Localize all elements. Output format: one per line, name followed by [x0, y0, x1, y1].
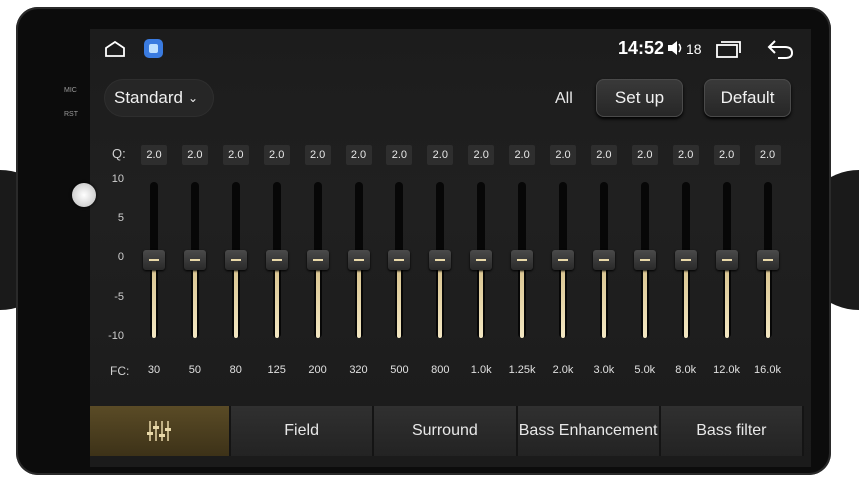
- q-value-box[interactable]: 2.0: [550, 145, 576, 165]
- eq-slider-fill: [520, 260, 525, 338]
- q-value-box[interactable]: 2.0: [345, 145, 372, 165]
- q-value-box[interactable]: 2.0: [263, 145, 290, 165]
- eq-slider-thumb[interactable]: [756, 250, 779, 270]
- eq-slider-fill: [438, 260, 443, 338]
- clock: 14:52: [618, 38, 665, 58]
- eq-slider-fill: [356, 260, 361, 338]
- eq-slider-thumb[interactable]: [265, 250, 288, 270]
- eq-slider-fill: [274, 260, 279, 338]
- q-value-box[interactable]: 2.0: [222, 145, 249, 165]
- band-frequency-label: 16.0k: [754, 364, 781, 376]
- eq-slider-thumb[interactable]: [715, 250, 738, 270]
- eq-slider-fill: [561, 260, 565, 338]
- eq-slider-fill: [642, 260, 647, 338]
- eq-slider-thumb[interactable]: [347, 250, 370, 270]
- band-frequency-label: 2.0k: [552, 364, 574, 376]
- status-bar: 14:52 18: [90, 29, 811, 69]
- tab-surround[interactable]: Surround: [374, 406, 518, 456]
- recent-apps-icon[interactable]: [715, 39, 743, 59]
- fc-label: FC:: [110, 364, 130, 378]
- band-frequency-label: 3.0k: [593, 364, 615, 376]
- eq-slider-thumb[interactable]: [143, 250, 165, 270]
- band-frequency-label: 200: [308, 364, 327, 376]
- mic-label: MIC: [64, 87, 77, 94]
- scale-label: 0: [117, 251, 124, 263]
- volume-level: 18: [686, 41, 702, 57]
- eq-slider-fill: [397, 260, 402, 338]
- equalizer-icon: [146, 420, 171, 441]
- band-frequency-label: 800: [431, 364, 450, 376]
- chevron-down-icon: ⌄: [188, 91, 199, 105]
- band-frequency-label: 5.0k: [634, 364, 656, 376]
- eq-slider-thumb[interactable]: [674, 250, 697, 270]
- all-toggle[interactable]: All: [555, 90, 573, 108]
- eq-slider-thumb[interactable]: [306, 250, 329, 270]
- eq-slider-fill: [192, 260, 197, 338]
- band-frequency-label: 1.25k: [508, 364, 536, 376]
- rst-button[interactable]: RST: [64, 103, 78, 127]
- app-shortcut-icon[interactable]: [144, 39, 163, 58]
- q-value-box[interactable]: 2.0: [304, 145, 331, 165]
- preset-dropdown[interactable]: Standard ⌄: [104, 79, 214, 117]
- band-frequency-label: 50: [188, 364, 202, 376]
- q-value-box[interactable]: 2.0: [427, 145, 454, 165]
- q-value-box[interactable]: 2.0: [672, 145, 699, 165]
- q-value-box[interactable]: 2.0: [141, 145, 167, 165]
- band-frequency-label: 12.0k: [713, 364, 741, 376]
- eq-slider-thumb[interactable]: [592, 250, 615, 270]
- eq-slider-thumb[interactable]: [224, 250, 247, 270]
- back-icon[interactable]: [766, 38, 794, 60]
- scale-label: -5: [114, 291, 124, 303]
- q-value-box[interactable]: 2.0: [754, 145, 781, 165]
- q-value-box[interactable]: 2.0: [386, 145, 413, 165]
- sound-tabs: Field Surround Bass Enhancement Bass fil…: [90, 406, 804, 456]
- tab-field[interactable]: Field: [231, 406, 375, 456]
- band-frequency-label: 500: [390, 364, 409, 376]
- band-frequency-label: 1.0k: [470, 364, 492, 376]
- q-label: Q:: [112, 146, 126, 161]
- eq-slider-thumb[interactable]: [183, 250, 206, 270]
- eq-slider-fill: [479, 260, 484, 338]
- eq-slider-fill: [152, 260, 156, 338]
- eq-slider-thumb[interactable]: [633, 250, 656, 270]
- scale-label: 5: [117, 212, 124, 224]
- eq-slider-fill: [765, 260, 770, 338]
- eq-slider-fill: [315, 260, 320, 338]
- home-icon[interactable]: [104, 40, 126, 58]
- eq-slider-fill: [724, 260, 729, 338]
- preset-value: Standard: [114, 88, 183, 107]
- default-button[interactable]: Default: [704, 79, 791, 117]
- q-value-box[interactable]: 2.0: [631, 145, 658, 165]
- band-frequency-label: 125: [267, 364, 286, 376]
- q-value-box[interactable]: 2.0: [713, 145, 740, 165]
- band-frequency-label: 30: [147, 364, 161, 376]
- scale-label: 10: [111, 173, 124, 185]
- eq-slider-fill: [233, 260, 238, 338]
- q-value-box[interactable]: 2.0: [468, 145, 495, 165]
- eq-slider-fill: [601, 260, 606, 338]
- hardware-labels: MIC RST: [64, 79, 78, 127]
- band-frequency-label: 320: [349, 364, 368, 376]
- eq-slider-thumb[interactable]: [470, 250, 493, 270]
- volume-icon[interactable]: [666, 39, 684, 57]
- scale-label: -10: [108, 330, 124, 342]
- floating-assist-button[interactable]: [72, 183, 96, 207]
- tab-bass-filter[interactable]: Bass filter: [660, 406, 804, 456]
- band-frequency-label: 80: [229, 364, 242, 376]
- q-value-box[interactable]: 2.0: [509, 145, 536, 165]
- eq-slider-fill: [683, 260, 688, 338]
- device-bezel: MIC RST 14:52 18 Standard ⌄ All Set up D…: [16, 7, 831, 475]
- eq-slider-thumb[interactable]: [429, 250, 452, 270]
- band-frequency-label: 8.0k: [675, 364, 697, 376]
- eq-slider-thumb[interactable]: [552, 250, 574, 270]
- tab-bass-enhancement[interactable]: Bass Enhancement: [517, 406, 661, 456]
- screen: 14:52 18 Standard ⌄ All Set up Default Q:…: [90, 29, 811, 467]
- tab-equalizer[interactable]: [90, 406, 231, 456]
- setup-button[interactable]: Set up: [596, 79, 683, 117]
- eq-slider-thumb[interactable]: [388, 250, 411, 270]
- eq-slider-thumb[interactable]: [511, 250, 534, 270]
- q-value-box[interactable]: 2.0: [590, 145, 617, 165]
- q-value-box[interactable]: 2.0: [181, 145, 208, 165]
